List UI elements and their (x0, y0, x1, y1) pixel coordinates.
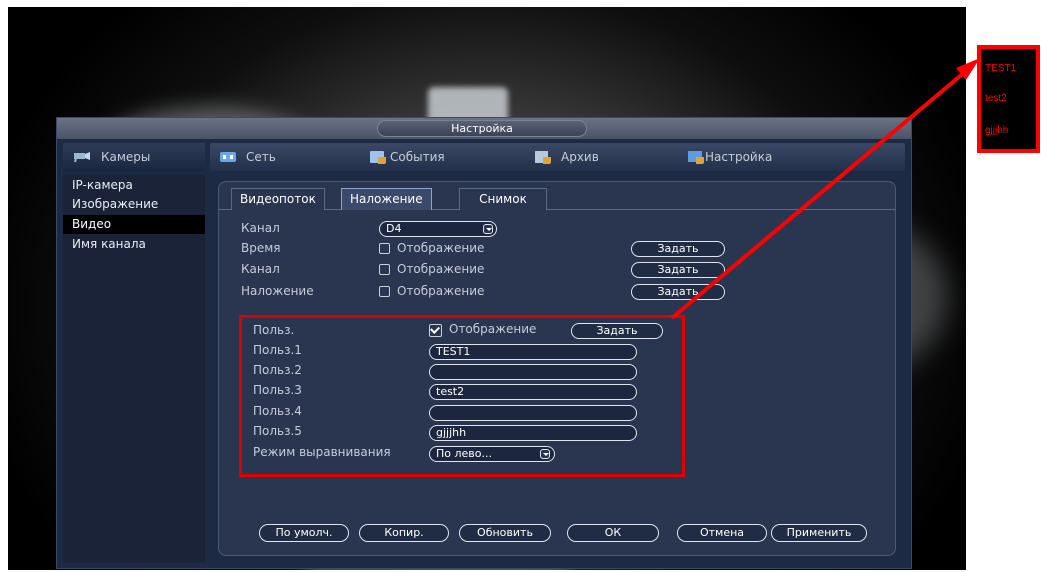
menu-network-label: Сеть (246, 150, 276, 164)
alignment-mode-select[interactable]: По лево... (429, 446, 555, 462)
menu-settings[interactable]: Настройка (688, 143, 808, 171)
user-text-4-field[interactable] (429, 405, 637, 421)
menu-settings-label: Настройка (705, 150, 773, 164)
user-text-1-field[interactable]: TEST1 (429, 344, 637, 360)
tab-snapshot[interactable]: Снимок (459, 188, 547, 210)
dialog-title: Настройка (377, 120, 587, 137)
user-text-3-field[interactable]: test2 (429, 384, 637, 400)
archive-icon (535, 151, 551, 164)
user-text-2-field[interactable] (429, 364, 637, 380)
channel-display-set-button[interactable]: Задать (631, 262, 725, 278)
sidebar-item-ip-camera[interactable]: IP-камера (63, 176, 205, 195)
sidebar-item-channel-name[interactable]: Имя канала (63, 235, 205, 254)
time-label: Время (241, 241, 281, 255)
top-menu-bar: Сеть События Архив Настройка (210, 143, 905, 171)
tab-videostream[interactable]: Видеопоток (231, 188, 325, 210)
channel-display-label: Канал (241, 262, 280, 276)
menu-archive-label: Архив (561, 150, 599, 164)
refresh-button[interactable]: Обновить (459, 524, 551, 542)
osd-preview-box: TEST1 test2 gjjjhh (977, 45, 1040, 153)
user-text-5-label: Польз.5 (253, 424, 302, 438)
settings-icon (688, 151, 704, 164)
menu-events[interactable]: События (370, 143, 480, 171)
user-text-3-label: Польз.3 (253, 383, 302, 397)
sidebar-item-image[interactable]: Изображение (63, 195, 205, 214)
copy-button[interactable]: Копир. (359, 524, 449, 542)
network-icon (220, 152, 236, 162)
settings-dialog: Настройка Камеры Сеть События Архив Наст… (56, 117, 912, 569)
apply-button[interactable]: Применить (771, 524, 867, 542)
content-panel: Видеопоток Наложение Снимок Канал D4 Вре… (218, 181, 896, 556)
sidebar-item-video[interactable]: Видео (63, 215, 205, 234)
time-check-label: Отображение (397, 241, 485, 255)
user-text-set-button[interactable]: Задать (571, 323, 663, 339)
time-checkbox[interactable] (379, 243, 390, 254)
user-text-1-label: Польз.1 (253, 343, 302, 357)
cameras-menu-header[interactable]: Камеры (63, 143, 205, 171)
chevron-down-icon (540, 449, 550, 459)
osd-line-3: gjjjhh (985, 125, 1009, 136)
osd-line-1: TEST1 (985, 63, 1017, 74)
user-text-check-label: Отображение (449, 322, 537, 336)
overlay-set-button[interactable]: Задать (631, 284, 725, 300)
user-text-4-label: Польз.4 (253, 404, 302, 418)
ok-button[interactable]: ОК (567, 524, 659, 542)
sidebar: IP-камера Изображение Видео Имя канала (63, 175, 205, 563)
overlay-checkbox[interactable] (379, 286, 390, 297)
chevron-down-icon (483, 224, 493, 234)
time-set-button[interactable]: Задать (631, 241, 725, 257)
tab-overlay[interactable]: Наложение (341, 188, 432, 210)
overlay-label: Наложение (241, 284, 314, 298)
default-button[interactable]: По умолч. (259, 524, 349, 542)
menu-network[interactable]: Сеть (220, 143, 310, 171)
user-text-2-label: Польз.2 (253, 363, 302, 377)
osd-line-2: test2 (985, 93, 1007, 104)
menu-events-label: События (390, 150, 445, 164)
overlay-check-label: Отображение (397, 284, 485, 298)
channel-display-checkbox[interactable] (379, 264, 390, 275)
channel-select-value: D4 (386, 222, 402, 235)
channel-label: Канал (241, 221, 280, 235)
user-text-checkbox[interactable] (429, 324, 442, 337)
alignment-mode-value: По лево... (436, 447, 492, 460)
camera-icon (74, 152, 90, 163)
menu-archive[interactable]: Архив (535, 143, 635, 171)
channel-select[interactable]: D4 (379, 221, 497, 237)
channel-display-check-label: Отображение (397, 262, 485, 276)
cancel-button[interactable]: Отмена (677, 524, 767, 542)
user-text-5-field[interactable]: gjjjhh (429, 425, 637, 441)
events-icon (370, 151, 386, 164)
alignment-mode-label: Режим выравнивания (253, 445, 391, 459)
cameras-menu-label: Камеры (101, 150, 151, 164)
title-bar: Настройка (57, 118, 911, 139)
user-text-label: Польз. (253, 323, 295, 337)
